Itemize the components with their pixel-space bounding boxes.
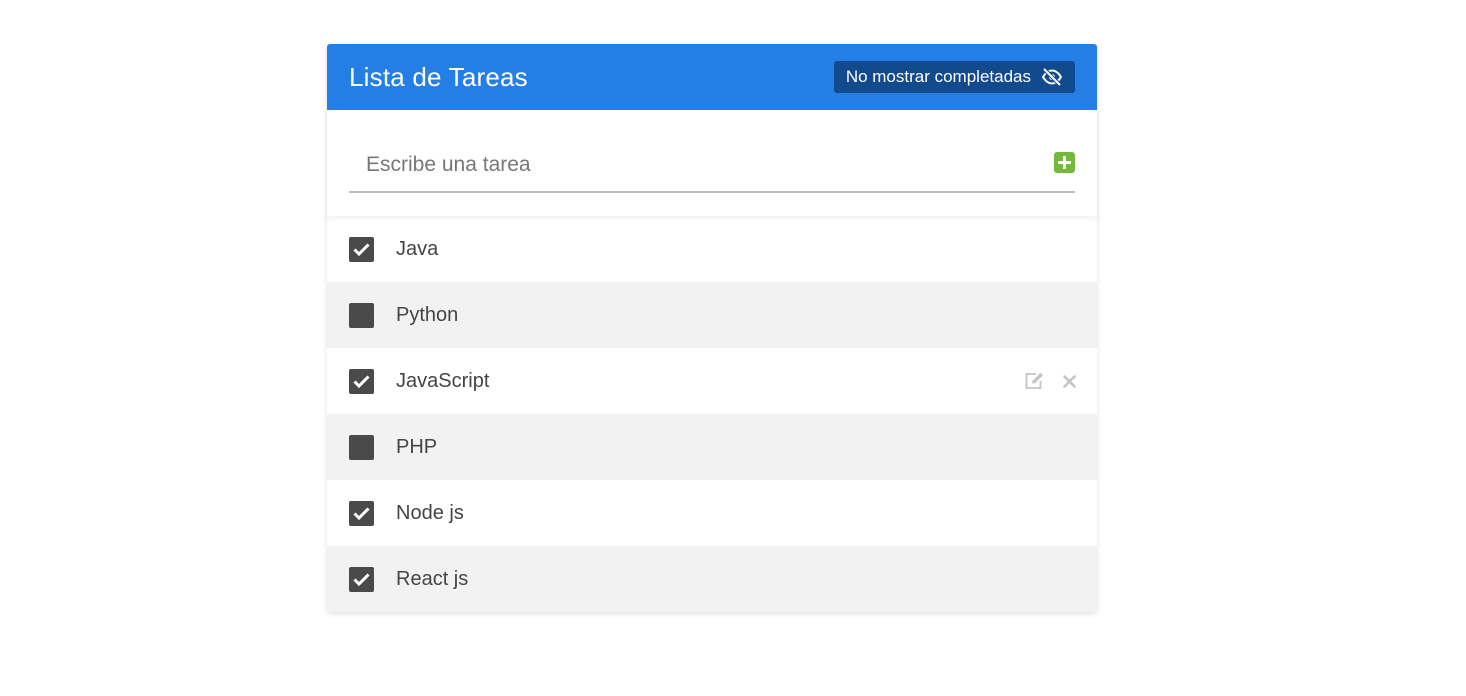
task-checkbox[interactable] — [349, 566, 374, 592]
task-checkbox[interactable] — [349, 236, 374, 262]
edit-icon[interactable] — [1024, 372, 1045, 390]
task-label: Node js — [396, 501, 464, 524]
check-icon — [353, 572, 370, 586]
task-item-react-js[interactable]: React js — [327, 546, 1097, 612]
task-item-node-js[interactable]: Node js — [327, 480, 1097, 546]
task-checkbox[interactable] — [349, 434, 374, 460]
close-icon[interactable] — [1063, 374, 1076, 388]
task-item-javascript[interactable]: JavaScript — [327, 348, 1097, 414]
hide-completed-label: No mostrar completadas — [845, 67, 1031, 86]
task-checkbox[interactable] — [349, 368, 374, 394]
task-input[interactable] — [349, 138, 1075, 191]
task-item-java[interactable]: Java — [327, 216, 1097, 282]
task-label: JavaScript — [396, 369, 490, 392]
task-label: Java — [396, 237, 439, 260]
task-checkbox[interactable] — [349, 302, 374, 328]
task-label: PHP — [396, 435, 438, 458]
eye-slash-icon — [1041, 68, 1063, 86]
task-list: Java Python JavaScript PHP Node js React… — [327, 216, 1097, 612]
task-item-php[interactable]: PHP — [327, 414, 1097, 480]
app-title: Lista de Tareas — [349, 61, 528, 92]
task-label: Python — [396, 303, 459, 326]
plus-square-icon[interactable] — [1054, 152, 1075, 173]
app-header: Lista de Tareas No mostrar completadas — [327, 44, 1097, 110]
task-actions — [1024, 348, 1076, 414]
task-item-python[interactable]: Python — [327, 282, 1097, 348]
todo-app: Lista de Tareas No mostrar completadas E… — [327, 44, 1097, 612]
check-icon — [353, 242, 370, 256]
task-label: React js — [396, 567, 469, 590]
hide-completed-button[interactable]: No mostrar completadas — [833, 61, 1075, 93]
task-input-row — [349, 138, 1075, 193]
check-icon — [353, 374, 370, 388]
task-checkbox[interactable] — [349, 500, 374, 526]
add-task-form — [327, 110, 1097, 216]
check-icon — [353, 506, 370, 520]
